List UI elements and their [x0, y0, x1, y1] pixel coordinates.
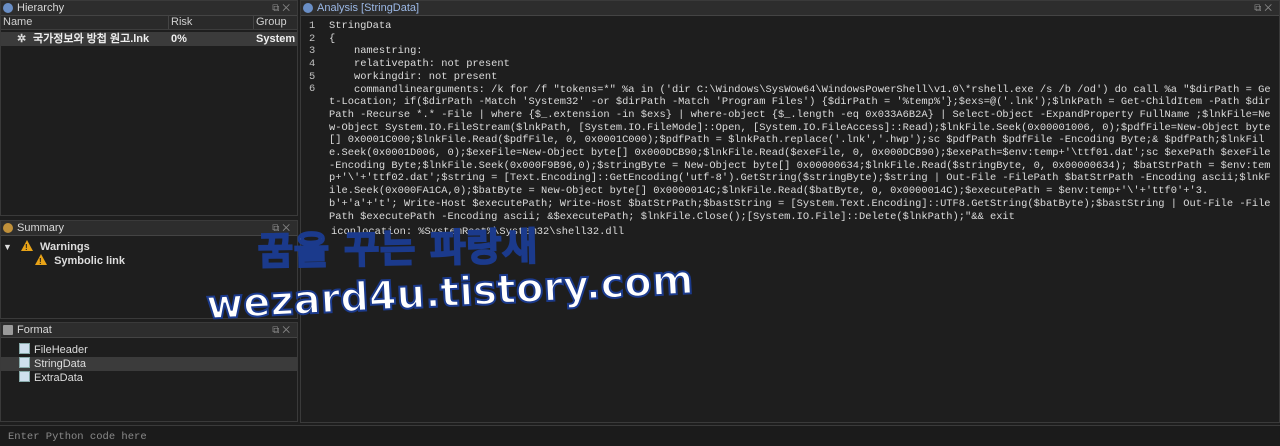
- table-icon: [19, 371, 30, 382]
- format-item-label: FileHeader: [34, 344, 88, 356]
- code-line: workingdir: not present: [329, 70, 498, 83]
- gear-icon: ✲: [17, 33, 27, 45]
- hierarchy-panel: Hierarchy ⧉✕ Name Risk Group ✲ 국가정보와 방첩 …: [0, 0, 298, 216]
- panel-controls[interactable]: ⧉✕: [272, 324, 293, 338]
- line-number: 1: [309, 20, 316, 32]
- code-line: namestring:: [329, 45, 423, 58]
- table-icon: [19, 343, 30, 354]
- line-number: 4: [309, 58, 316, 71]
- code-line: {: [329, 32, 336, 45]
- column-group[interactable]: Group: [253, 16, 287, 29]
- line-number-gutter: 1 2 3 4 5 6: [309, 20, 327, 96]
- watermark-title: 꿈을 꾸는 파랑새: [257, 224, 540, 275]
- warnings-node[interactable]: ▼ Warnings: [1, 240, 297, 255]
- format-item-fileheader[interactable]: FileHeader: [1, 343, 297, 357]
- code-lines: StringData { namestring: relativepath: n…: [329, 20, 1273, 223]
- line-number: 3: [309, 45, 316, 58]
- column-name[interactable]: Name: [1, 16, 32, 29]
- format-list: FileHeader StringData ExtraData: [1, 343, 297, 385]
- expand-arrow-icon[interactable]: ▼: [3, 242, 12, 252]
- panel-controls[interactable]: ⧉✕: [1254, 2, 1275, 16]
- summary-title: Summary: [17, 222, 65, 234]
- panel-icon: [3, 223, 13, 233]
- warning-icon: [20, 240, 33, 255]
- analysis-title: Analysis [StringData]: [317, 2, 420, 14]
- warnings-label: Warnings: [40, 241, 90, 253]
- summary-item[interactable]: Symbolic link: [1, 254, 297, 269]
- file-name: 국가정보와 방첩 원고.lnk: [33, 33, 150, 45]
- panel-icon: [3, 325, 13, 335]
- format-item-extradata[interactable]: ExtraData: [1, 371, 297, 385]
- panel-controls[interactable]: ⧉✕: [272, 2, 293, 16]
- code-line: StringData: [329, 20, 392, 32]
- format-item-label: StringData: [34, 358, 86, 370]
- format-item-label: ExtraData: [34, 372, 83, 384]
- python-input[interactable]: [6, 428, 1278, 446]
- hierarchy-title-bar[interactable]: Hierarchy ⧉✕: [1, 1, 297, 16]
- python-console: [0, 425, 1280, 446]
- hierarchy-title: Hierarchy: [17, 2, 65, 14]
- line-number: 2: [309, 32, 316, 45]
- column-risk[interactable]: Risk: [168, 16, 255, 29]
- warning-icon: [35, 254, 47, 269]
- format-title: Format: [17, 324, 52, 336]
- analysis-title-bar[interactable]: Analysis [StringData] ⧉✕: [301, 1, 1279, 16]
- format-panel: Format ⧉✕ FileHeader StringData ExtraDat…: [0, 322, 298, 422]
- code-line: commandlinearguments: /k for /f "tokens=…: [329, 83, 1277, 223]
- format-item-stringdata[interactable]: StringData: [1, 357, 297, 371]
- hierarchy-column-header: Name Risk Group: [1, 16, 297, 30]
- summary-item-label: Symbolic link: [54, 255, 125, 267]
- group-value: System: [256, 33, 296, 45]
- table-icon: [19, 357, 30, 368]
- code-line: relativepath: not present: [329, 58, 510, 71]
- panel-icon: [3, 3, 13, 13]
- analysis-panel: Analysis [StringData] ⧉✕ 1 2 3 4 5 6 Str…: [300, 0, 1280, 423]
- line-number: 5: [309, 70, 316, 83]
- panel-icon: [303, 3, 313, 13]
- line-number: 6: [309, 83, 316, 96]
- risk-value: 0%: [171, 33, 187, 45]
- summary-title-bar[interactable]: Summary ⧉✕: [1, 221, 297, 236]
- hierarchy-row[interactable]: ✲ 국가정보와 방첩 원고.lnk 0% System: [1, 32, 297, 46]
